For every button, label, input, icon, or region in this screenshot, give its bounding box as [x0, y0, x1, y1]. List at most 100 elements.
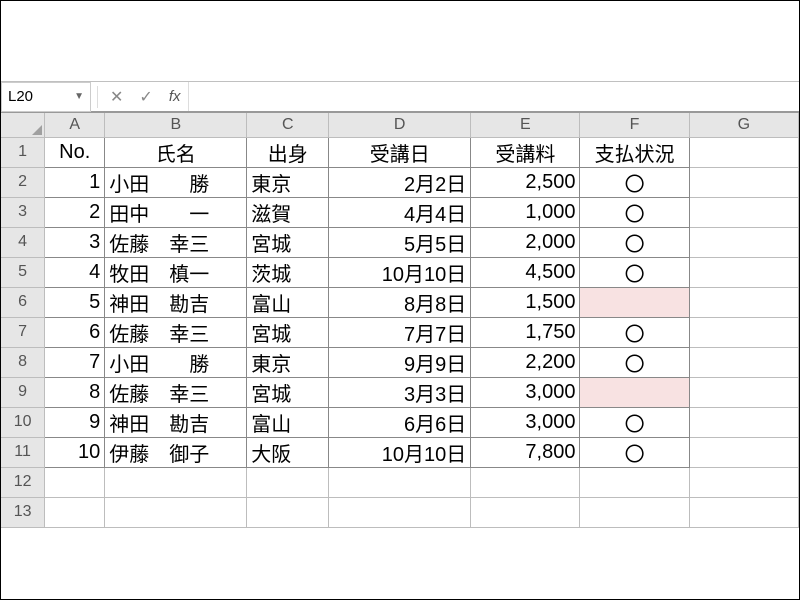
cell-header-origin[interactable]: 出身: [247, 137, 329, 167]
cell-origin[interactable]: 宮城: [247, 227, 329, 257]
row-header[interactable]: 3: [1, 197, 45, 227]
col-header-C[interactable]: C: [247, 113, 329, 137]
cell-origin[interactable]: 東京: [247, 167, 329, 197]
cell-blank[interactable]: [105, 467, 247, 497]
cell-fee[interactable]: 1,000: [471, 197, 580, 227]
cell-status[interactable]: [580, 287, 689, 317]
cell-name[interactable]: 小田 勝: [105, 167, 247, 197]
cell-blank[interactable]: [580, 497, 689, 527]
cell-fee[interactable]: 7,800: [471, 437, 580, 467]
cell-origin[interactable]: 滋賀: [247, 197, 329, 227]
cell-header-name[interactable]: 氏名: [105, 137, 247, 167]
cell-blank[interactable]: [105, 497, 247, 527]
cell-blank[interactable]: [689, 317, 798, 347]
cell-blank[interactable]: [471, 467, 580, 497]
cell-status[interactable]: 〇: [580, 257, 689, 287]
cell-name[interactable]: 小田 勝: [105, 347, 247, 377]
cell-header-status[interactable]: 支払状況: [580, 137, 689, 167]
cell-status[interactable]: 〇: [580, 227, 689, 257]
cell-date[interactable]: 7月7日: [329, 317, 471, 347]
col-header-D[interactable]: D: [329, 113, 471, 137]
cell-no[interactable]: 3: [45, 227, 105, 257]
cell-blank[interactable]: [689, 497, 798, 527]
row-header[interactable]: 2: [1, 167, 45, 197]
cell-date[interactable]: 10月10日: [329, 437, 471, 467]
cell-date[interactable]: 5月5日: [329, 227, 471, 257]
cell-blank[interactable]: [689, 167, 798, 197]
select-all-corner[interactable]: [1, 113, 45, 137]
cell-blank[interactable]: [689, 197, 798, 227]
cell-blank[interactable]: [329, 467, 471, 497]
cell-origin[interactable]: 宮城: [247, 377, 329, 407]
col-header-B[interactable]: B: [105, 113, 247, 137]
cell-fee[interactable]: 1,500: [471, 287, 580, 317]
cell-name[interactable]: 佐藤 幸三: [105, 377, 247, 407]
cell-fee[interactable]: 4,500: [471, 257, 580, 287]
cell-blank[interactable]: [689, 377, 798, 407]
cell-blank[interactable]: [247, 467, 329, 497]
cell-name[interactable]: 神田 勘吉: [105, 407, 247, 437]
cell-date[interactable]: 4月4日: [329, 197, 471, 227]
cell-blank[interactable]: [689, 257, 798, 287]
cell-status[interactable]: 〇: [580, 197, 689, 227]
cell-no[interactable]: 5: [45, 287, 105, 317]
cell-fee[interactable]: 2,500: [471, 167, 580, 197]
row-header[interactable]: 8: [1, 347, 45, 377]
cell-name[interactable]: 牧田 槙一: [105, 257, 247, 287]
cell-header-no[interactable]: No.: [45, 137, 105, 167]
cell-name[interactable]: 伊藤 御子: [105, 437, 247, 467]
cell-blank[interactable]: [329, 497, 471, 527]
row-header[interactable]: 12: [1, 467, 45, 497]
row-header[interactable]: 13: [1, 497, 45, 527]
row-header[interactable]: 10: [1, 407, 45, 437]
cell-blank[interactable]: [689, 467, 798, 497]
col-header-G[interactable]: G: [689, 113, 798, 137]
cell-name[interactable]: 佐藤 幸三: [105, 317, 247, 347]
cell-origin[interactable]: 茨城: [247, 257, 329, 287]
cell-fee[interactable]: 3,000: [471, 407, 580, 437]
cell-status[interactable]: 〇: [580, 437, 689, 467]
cell-blank[interactable]: [45, 497, 105, 527]
cell-fee[interactable]: 2,000: [471, 227, 580, 257]
cell-no[interactable]: 6: [45, 317, 105, 347]
cell-fee[interactable]: 1,750: [471, 317, 580, 347]
cell-date[interactable]: 8月8日: [329, 287, 471, 317]
row-header[interactable]: 4: [1, 227, 45, 257]
cell-blank[interactable]: [689, 227, 798, 257]
row-header[interactable]: 6: [1, 287, 45, 317]
cell-status[interactable]: 〇: [580, 347, 689, 377]
cell-name[interactable]: 佐藤 幸三: [105, 227, 247, 257]
cell-blank[interactable]: [689, 137, 798, 167]
cell-date[interactable]: 10月10日: [329, 257, 471, 287]
col-header-E[interactable]: E: [471, 113, 580, 137]
cell-date[interactable]: 6月6日: [329, 407, 471, 437]
cell-status[interactable]: 〇: [580, 317, 689, 347]
row-header[interactable]: 7: [1, 317, 45, 347]
spreadsheet-grid[interactable]: A B C D E F G 1 No. 氏名 出身 受講日 受講料 支払状況 2…: [1, 113, 799, 528]
cell-status[interactable]: 〇: [580, 167, 689, 197]
cell-blank[interactable]: [45, 467, 105, 497]
cell-blank[interactable]: [689, 407, 798, 437]
cell-origin[interactable]: 富山: [247, 407, 329, 437]
cell-blank[interactable]: [471, 497, 580, 527]
cell-origin[interactable]: 東京: [247, 347, 329, 377]
name-box[interactable]: L20 ▼: [1, 82, 91, 112]
cell-no[interactable]: 1: [45, 167, 105, 197]
cell-blank[interactable]: [580, 467, 689, 497]
cell-no[interactable]: 2: [45, 197, 105, 227]
cell-fee[interactable]: 3,000: [471, 377, 580, 407]
col-header-F[interactable]: F: [580, 113, 689, 137]
cell-blank[interactable]: [689, 287, 798, 317]
fx-icon[interactable]: fx: [161, 88, 189, 105]
cell-status[interactable]: 〇: [580, 407, 689, 437]
col-header-A[interactable]: A: [45, 113, 105, 137]
cell-no[interactable]: 9: [45, 407, 105, 437]
cell-no[interactable]: 7: [45, 347, 105, 377]
row-header[interactable]: 11: [1, 437, 45, 467]
formula-input[interactable]: [188, 82, 799, 111]
cell-date[interactable]: 3月3日: [329, 377, 471, 407]
cell-status[interactable]: [580, 377, 689, 407]
cell-blank[interactable]: [247, 497, 329, 527]
cell-origin[interactable]: 大阪: [247, 437, 329, 467]
cell-header-date[interactable]: 受講日: [329, 137, 471, 167]
